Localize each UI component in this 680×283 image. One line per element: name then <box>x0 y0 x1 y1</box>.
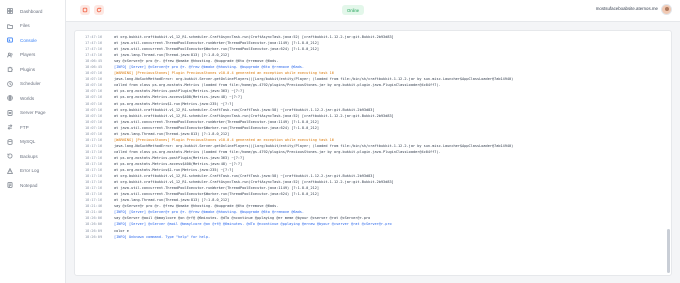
page-icon <box>6 109 14 117</box>
sidebar-item-label: Scheduler <box>20 81 41 87</box>
sidebar-item-label: Console <box>20 37 37 43</box>
sidebar-item-label: Dashboard <box>20 8 43 14</box>
sidebar-item-plugins[interactable]: Plugins <box>0 62 65 77</box>
sidebar-item-label: Server Page <box>20 110 46 116</box>
avatar[interactable] <box>661 4 672 15</box>
restart-icon <box>96 7 102 13</box>
notepad-icon <box>6 181 14 189</box>
sidebar-item-label: Backups <box>20 153 38 159</box>
sidebar-item-label: MySQL <box>20 139 36 145</box>
sidebar-nav: Dashboard Files Console Players Plugins Sched… <box>0 0 65 193</box>
sidebar-item-backups[interactable]: Backups <box>0 149 65 164</box>
sidebar: Dashboard Files Console Players Plugins Sched… <box>0 0 66 283</box>
terminal-icon <box>6 36 14 44</box>
console-scrollbar[interactable] <box>666 33 670 275</box>
sidebar-item-server-page[interactable]: Server Page <box>0 106 65 121</box>
console-scroll-thumb[interactable] <box>667 229 670 273</box>
sidebar-item-ftp[interactable]: FTP <box>0 120 65 135</box>
dashboard-icon <box>6 7 14 15</box>
puzzle-icon <box>6 65 14 73</box>
console-line: 18:26:09 [INFO] Unknown command. Type "he… <box>85 234 665 240</box>
server-address: mostsufaceboabsite.aternos.me <box>595 6 658 11</box>
console-log: 17:47:16 at org.bukkit.craftbukkit.v1_12_… <box>85 34 665 240</box>
folder-icon <box>6 22 14 30</box>
sidebar-item-players[interactable]: Players <box>0 48 65 63</box>
globe-icon <box>6 94 14 102</box>
database-icon <box>6 138 14 146</box>
stop-button[interactable] <box>80 5 90 15</box>
ftp-icon <box>6 123 14 131</box>
sidebar-item-label: FTP <box>20 124 29 130</box>
sidebar-item-notepad[interactable]: Notepad <box>0 178 65 193</box>
sidebar-item-mysql[interactable]: MySQL <box>0 135 65 150</box>
console-timestamp: 18:26:09 <box>85 234 103 239</box>
restart-button[interactable] <box>94 5 104 15</box>
clock-icon <box>6 80 14 88</box>
sidebar-item-label: Error Log <box>20 168 40 174</box>
console-output[interactable]: 17:47:16 at org.bukkit.craftbukkit.v1_12_… <box>74 30 672 276</box>
stop-icon <box>82 7 88 13</box>
topbar: Online mostsufaceboabsite.aternos.me <box>66 0 680 22</box>
sidebar-item-files[interactable]: Files <box>0 19 65 34</box>
status-badge: Online <box>342 5 365 15</box>
users-icon <box>6 51 14 59</box>
backup-icon <box>6 152 14 160</box>
console-message: [INFO] Unknown command. Type "help" for … <box>114 234 211 239</box>
sidebar-item-scheduler[interactable]: Scheduler <box>0 77 65 92</box>
sidebar-item-console[interactable]: Console <box>0 33 65 48</box>
sidebar-item-worlds[interactable]: Worlds <box>0 91 65 106</box>
sidebar-item-label: Worlds <box>20 95 35 101</box>
sidebar-item-label: Plugins <box>20 66 36 72</box>
sidebar-item-label: Players <box>20 52 36 58</box>
error-log-icon <box>6 167 14 175</box>
sidebar-item-label: Files <box>20 23 30 29</box>
sidebar-item-error-log[interactable]: Error Log <box>0 164 65 179</box>
sidebar-item-dashboard[interactable]: Dashboard <box>0 4 65 19</box>
sidebar-item-label: Notepad <box>20 182 38 188</box>
